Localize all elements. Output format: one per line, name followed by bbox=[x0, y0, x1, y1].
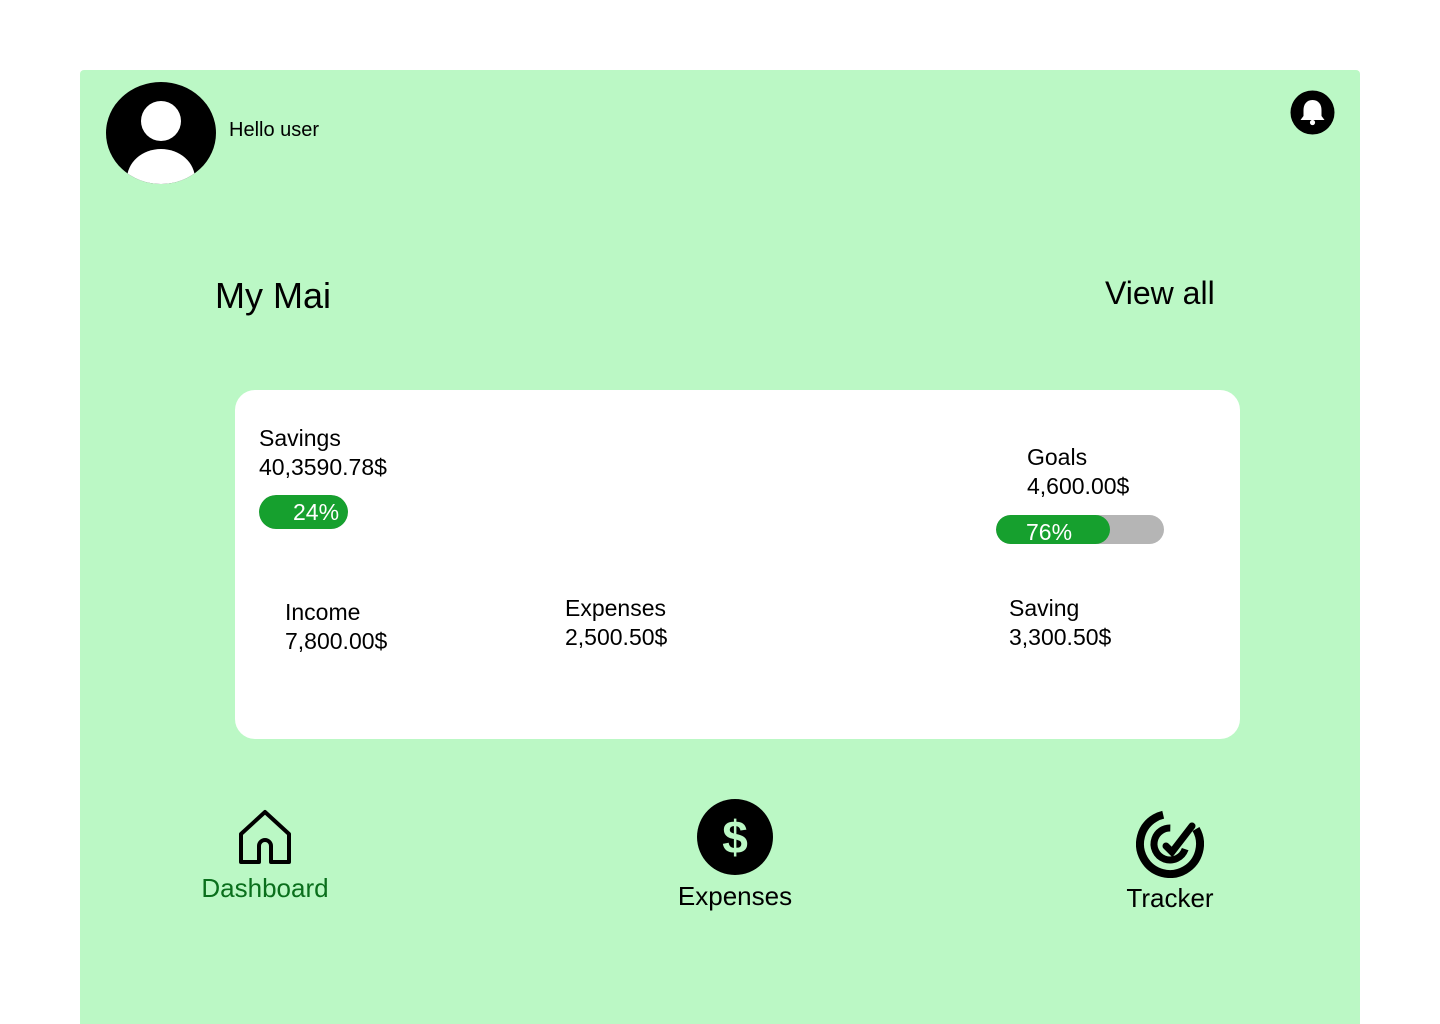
expenses-stat: Expenses 2,500.50$ bbox=[565, 594, 667, 652]
home-icon bbox=[239, 810, 291, 864]
view-all-link[interactable]: View all bbox=[1105, 275, 1215, 312]
income-value: 7,800.00$ bbox=[285, 628, 388, 654]
expenses-value: 2,500.50$ bbox=[565, 624, 668, 650]
svg-text:$: $ bbox=[722, 811, 748, 863]
nav-tracker-label: Tracker bbox=[1126, 883, 1214, 913]
app-container: Hello user My Mai View all Savings 40,35… bbox=[80, 70, 1360, 1024]
goals-progress-bar: 76% bbox=[996, 515, 1164, 544]
nav-dashboard-label: Dashboard bbox=[201, 873, 329, 903]
savings-progress-label: 24% bbox=[293, 499, 340, 525]
saving-stat: Saving 3,300.50$ bbox=[1009, 594, 1111, 652]
savings-value: 40,3590.78$ bbox=[259, 454, 387, 480]
savings-progress-bar: 24% bbox=[259, 495, 348, 529]
expenses-label: Expenses bbox=[565, 595, 667, 621]
goals-stat: Goals 4,600.00$ bbox=[1027, 443, 1129, 501]
income-label: Income bbox=[285, 599, 361, 625]
bell-icon[interactable] bbox=[1290, 90, 1335, 135]
dollar-icon: $ bbox=[697, 799, 773, 875]
greeting-text: Hello user bbox=[229, 119, 320, 141]
goals-label: Goals bbox=[1027, 444, 1088, 470]
goals-value: 4,600.00$ bbox=[1027, 473, 1130, 499]
income-stat: Income 7,800.00$ bbox=[285, 598, 387, 656]
nav-tracker[interactable]: Tracker bbox=[1115, 810, 1225, 914]
section-title: My Mai bbox=[215, 275, 331, 316]
summary-card: Savings 40,3590.78$ 24% Goals 4,600.00$ … bbox=[235, 390, 1240, 739]
savings-label: Savings bbox=[259, 425, 341, 451]
tracker-icon bbox=[1136, 810, 1204, 878]
user-avatar-icon[interactable] bbox=[105, 81, 217, 185]
nav-expenses[interactable]: $ Expenses bbox=[670, 798, 800, 912]
savings-stat: Savings 40,3590.78$ bbox=[259, 424, 387, 482]
nav-expenses-label: Expenses bbox=[677, 881, 793, 911]
saving-label: Saving bbox=[1009, 595, 1080, 621]
nav-dashboard[interactable]: Dashboard bbox=[190, 808, 340, 904]
saving-value: 3,300.50$ bbox=[1009, 624, 1112, 650]
goals-progress-label: 76% bbox=[1026, 519, 1073, 544]
